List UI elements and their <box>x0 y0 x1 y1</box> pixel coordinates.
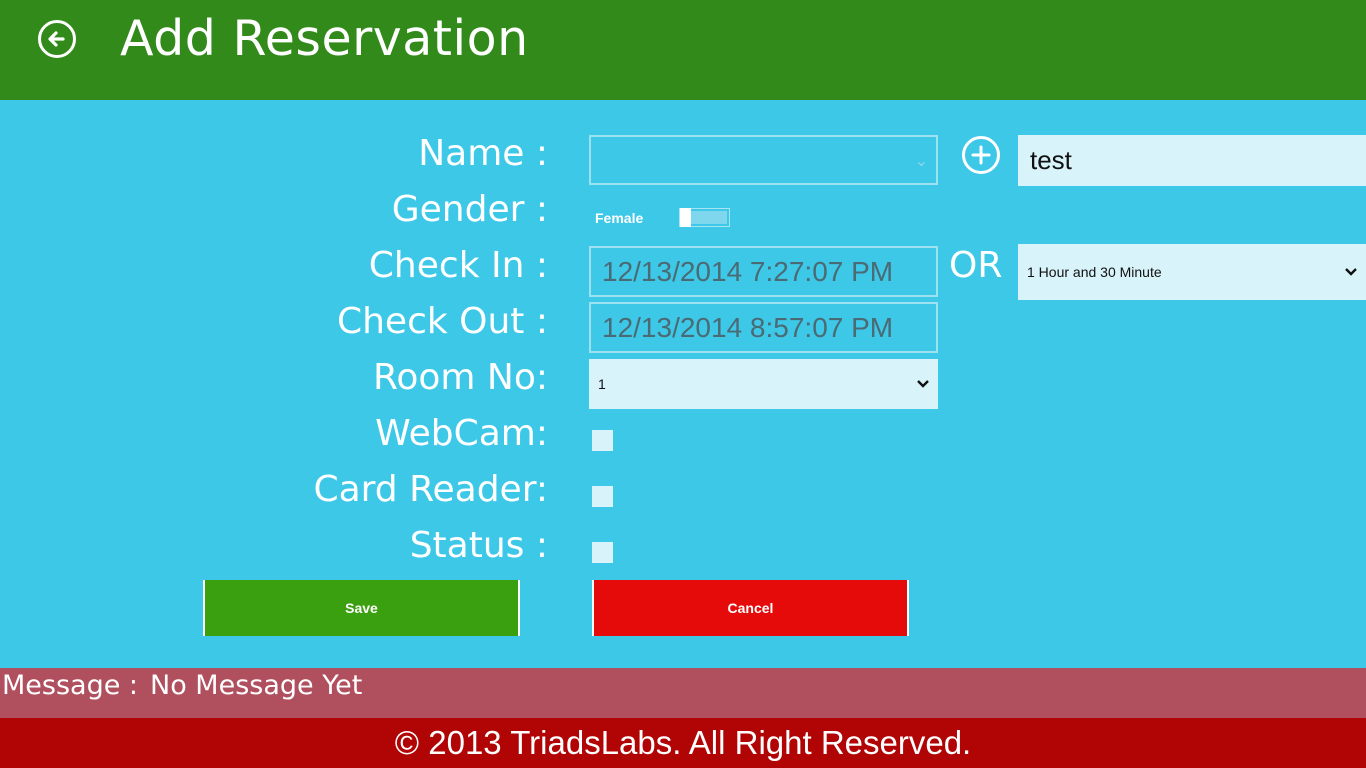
toggle-knob <box>680 208 691 227</box>
card-reader-label: Card Reader: <box>313 469 548 510</box>
checkin-field[interactable]: 12/13/2014 7:27:07 PM <box>589 246 938 297</box>
add-name-button[interactable] <box>962 136 1000 174</box>
message-bar: Message : No Message Yet <box>0 668 1366 718</box>
checkout-label: Check Out : <box>336 301 548 342</box>
webcam-checkbox[interactable] <box>592 430 613 451</box>
chevron-down-icon: ⌄ <box>914 151 928 170</box>
message-value: No Message Yet <box>150 670 363 701</box>
status-checkbox[interactable] <box>592 542 613 563</box>
cancel-button[interactable]: Cancel <box>592 580 909 636</box>
name-field[interactable] <box>1018 135 1366 186</box>
card-reader-checkbox[interactable] <box>592 486 613 507</box>
chevron-down-icon <box>1345 268 1357 276</box>
duration-select[interactable]: 1 Hour and 30 Minute <box>1018 244 1366 300</box>
or-label: OR <box>949 245 1003 286</box>
checkout-field[interactable]: 12/13/2014 8:57:07 PM <box>589 302 938 353</box>
message-label: Message : <box>2 670 139 701</box>
plus-circle-icon <box>971 145 991 165</box>
webcam-label: WebCam: <box>375 413 548 454</box>
footer-copyright: © 2013 TriadsLabs. All Right Reserved. <box>0 718 1366 768</box>
page-title: Add Reservation <box>120 10 529 67</box>
room-label: Room No: <box>372 357 548 398</box>
save-button[interactable]: Save <box>203 580 520 636</box>
header-bar: Add Reservation <box>0 0 1366 100</box>
name-label: Name : <box>418 133 548 174</box>
gender-toggle[interactable] <box>679 208 730 227</box>
gender-label: Gender : <box>391 189 548 230</box>
back-arrow-icon <box>48 31 65 47</box>
name-combobox[interactable]: ⌄ <box>589 135 938 185</box>
room-select[interactable]: 1 <box>589 359 938 409</box>
status-label: Status : <box>409 525 548 566</box>
chevron-down-icon <box>917 380 929 388</box>
room-value: 1 <box>598 376 606 392</box>
back-button[interactable] <box>38 20 76 58</box>
duration-value: 1 Hour and 30 Minute <box>1027 264 1162 280</box>
checkin-label: Check In : <box>368 245 548 286</box>
gender-value: Female <box>595 210 644 226</box>
